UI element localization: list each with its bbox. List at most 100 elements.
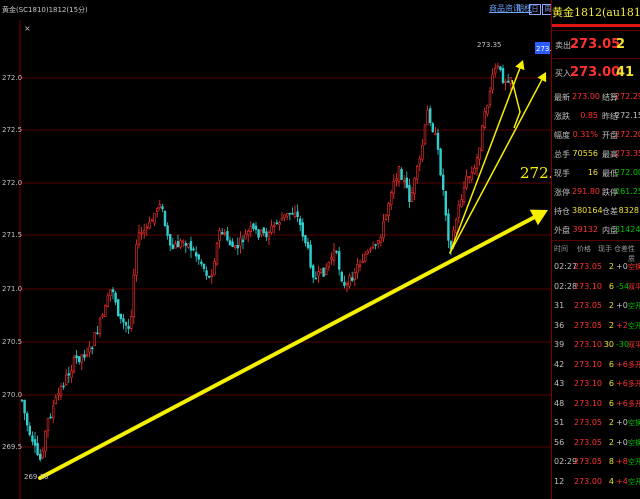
candlestick-chart[interactable]: 272.0 272.5 272.0 271.5 271.0 270.5 270.0 269.5… (0, 20, 551, 499)
candle-body (506, 80, 510, 83)
sell-price: 273.05 (570, 37, 621, 52)
tick-cell: 双平 (628, 282, 640, 291)
tick-cell: -30 (616, 340, 630, 349)
stat-label: 总手 (554, 150, 570, 159)
candle-body (389, 192, 393, 206)
candle-body (70, 370, 73, 378)
tick-cell: 273.05 (574, 437, 602, 447)
candle-body (454, 219, 458, 233)
stat-label: 幅度 (554, 131, 570, 140)
tick-cell: -54 (616, 281, 630, 291)
tick-cell: +0 (616, 301, 628, 310)
candle-body (439, 148, 442, 176)
candle-body (96, 332, 99, 335)
candle-body (270, 225, 273, 233)
candle-body (226, 231, 229, 241)
candle-body (335, 250, 338, 253)
tick-row: 42 273.10 6 +6 多开 (552, 356, 640, 374)
candle-body (298, 218, 302, 226)
tick-cell: 273.10 (574, 340, 602, 349)
tick-cell: 02:29 (554, 457, 578, 466)
tick-cell: 空换 (628, 438, 640, 447)
candle-body (306, 241, 310, 249)
tick-cell: 273.10 (574, 379, 602, 388)
candle-body (202, 263, 206, 269)
sell-quote-row[interactable]: 卖出 273.05 2 (552, 30, 640, 58)
candle-body (208, 275, 211, 278)
candle-body (488, 90, 492, 105)
stat-value: 0.31% (572, 130, 598, 139)
tick-cell: 273.00 (574, 476, 602, 486)
candle-body (91, 347, 94, 350)
candle-body (324, 267, 328, 276)
price-axis-label: 271.0 (2, 285, 22, 293)
candle-body (54, 397, 58, 405)
candle-body (93, 332, 97, 347)
candle-body (340, 271, 343, 282)
tick-cell: 2 (608, 320, 614, 330)
candle-body (371, 246, 375, 249)
tick-cell: 2 (608, 262, 614, 271)
candle-body (350, 277, 354, 281)
candle-body (491, 74, 494, 91)
candle-body (85, 354, 89, 357)
candle-body (75, 355, 78, 359)
candle-body (314, 277, 317, 280)
candle-body (486, 105, 489, 115)
candle-body (59, 385, 63, 397)
candle-body (80, 354, 84, 363)
tick-cell: 273.05 (574, 262, 602, 271)
candle-body (241, 239, 245, 243)
tick-cell: 空换 (628, 263, 640, 271)
candle-body (205, 270, 208, 276)
tick-cell: +6 (616, 398, 628, 408)
candle-body (322, 267, 325, 277)
candle-body (267, 232, 271, 240)
candle-body (158, 204, 161, 208)
candle-body (384, 214, 388, 221)
tick-cell: 273.05 (574, 301, 602, 310)
candle-body (231, 241, 234, 247)
candle-body (363, 254, 367, 262)
candle-body (418, 158, 421, 165)
candle-body (38, 453, 42, 460)
tick-cell: 6 (608, 379, 614, 388)
tick-cell: 42 (554, 359, 565, 369)
buy-quote-row[interactable]: 买入 273.00 41 (552, 58, 640, 86)
candle-body (405, 177, 408, 188)
tick-cell: 多开 (628, 360, 640, 369)
candle-body (124, 322, 128, 326)
price-axis-label: 272.0 (2, 179, 22, 187)
candle-body (311, 265, 315, 278)
candle-body (234, 245, 237, 248)
candle-body (257, 229, 260, 238)
tick-cell: 2 (608, 301, 614, 310)
candle-body (83, 354, 86, 358)
candle-body (179, 240, 182, 248)
candle-body (382, 220, 385, 239)
candle-body (374, 244, 377, 246)
low-marker: 269.10 (24, 473, 49, 481)
candle-body (421, 144, 424, 160)
day-button[interactable]: 日 (529, 4, 541, 15)
candle-body (244, 233, 247, 240)
tick-header-vol: 现手 (598, 245, 612, 253)
candle-body (189, 241, 193, 251)
candle-body (434, 133, 437, 135)
tick-cell: 273.10 (574, 359, 602, 369)
candle-body (117, 299, 120, 317)
tick-cell: +2 (616, 320, 628, 330)
candle-body (114, 292, 117, 303)
buy-qty: 41 (616, 65, 635, 80)
candle-body (392, 181, 395, 194)
trend-arrow-shaft (449, 67, 521, 254)
stat-value: 291.80 (572, 187, 600, 196)
candle-body (254, 225, 258, 230)
candle-body (465, 175, 468, 189)
candlestick-series (20, 62, 512, 462)
candle-body (272, 224, 276, 227)
candle-body (353, 272, 356, 280)
candle-body (143, 230, 146, 234)
tick-cell: 02:28 (554, 281, 578, 291)
candle-body (317, 271, 320, 277)
